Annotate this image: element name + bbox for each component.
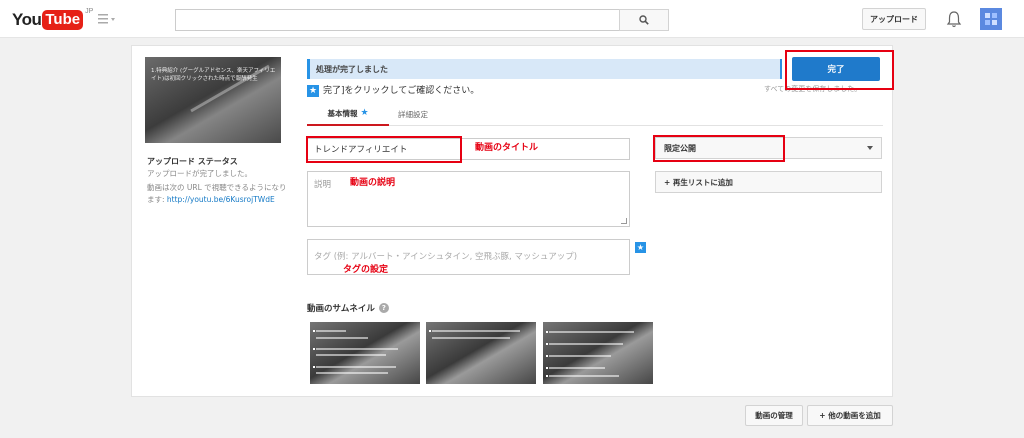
bullet-decoration [546, 367, 548, 369]
add-more-videos-button[interactable]: + 他の動画を追加 [807, 405, 893, 426]
chevron-down-icon [867, 146, 873, 150]
logo-tube-text: Tube [42, 10, 84, 30]
bullet-decoration [313, 348, 315, 350]
text-line-decoration [316, 348, 398, 350]
notification-bell-icon[interactable] [946, 10, 962, 28]
avatar[interactable] [980, 8, 1002, 30]
description-annotation: 動画の説明 [350, 178, 396, 188]
search-icon [639, 15, 649, 25]
guide-menu-icon[interactable] [98, 13, 116, 25]
video-preview-thumbnail: 1.特典紹介 (グーグルアドセンス、楽天アフィリエイト)は初回クリックされた時点… [145, 57, 281, 143]
manage-videos-button[interactable]: 動画の管理 [745, 405, 803, 426]
text-line-decoration [432, 337, 510, 339]
upload-button[interactable]: アップロード [862, 8, 926, 30]
text-line-decoration [549, 367, 605, 369]
thumbnail-option-1[interactable] [310, 322, 420, 384]
tab-basic-info[interactable]: 基本情報 ★ [307, 102, 389, 126]
privacy-highlight-box [653, 135, 785, 162]
account-avatar-icon [985, 13, 997, 25]
star-icon: ★ [307, 85, 319, 97]
top-bar: You Tube JP アップロード [0, 0, 1024, 38]
bullet-decoration [546, 375, 548, 377]
text-line-decoration [316, 372, 388, 374]
star-icon: ★ [360, 108, 369, 118]
upload-card: 1.特典紹介 (グーグルアドセンス、楽天アフィリエイト)は初回クリックされた時点… [131, 45, 894, 397]
logo-you-text: You [12, 10, 42, 29]
upload-status-title: アップロード ステータス [147, 157, 238, 166]
tab-basic-label: 基本情報 [327, 108, 358, 118]
processing-status-bar: 処理が完了しました [307, 59, 782, 79]
video-url-link[interactable]: http://youtu.be/6KusrojTWdE [167, 195, 275, 204]
confirm-instruction: 完了]をクリックしてご確認ください。 [323, 86, 480, 96]
tab-bar: 基本情報 ★ 詳細設定 [307, 102, 883, 126]
search-input[interactable] [175, 9, 620, 31]
bullet-decoration [429, 330, 431, 332]
logo-region-label: JP [85, 8, 94, 15]
done-highlight-box [785, 50, 894, 90]
text-line-decoration [316, 366, 396, 368]
processing-divider [780, 59, 782, 79]
search-button[interactable] [619, 9, 669, 31]
description-placeholder: 説明 [314, 180, 332, 190]
video-url-info: 動画は次の URL で視聴できるようになります: http://youtu.be… [147, 182, 287, 206]
bullet-decoration [313, 366, 315, 368]
thumbnail-option-2[interactable] [426, 322, 536, 384]
bullet-decoration [313, 330, 315, 332]
thumbnails-label: 動画のサムネイル [307, 304, 375, 314]
upload-status-message: アップロードが完了しました。 [147, 169, 252, 178]
thumbnails-heading: 動画のサムネイル ? [307, 302, 389, 314]
bullet-decoration [546, 355, 548, 357]
text-line-decoration [549, 331, 634, 333]
star-icon[interactable]: ★ [635, 242, 646, 253]
text-line-decoration [316, 330, 346, 332]
bullet-decoration [546, 343, 548, 345]
help-icon[interactable]: ? [378, 303, 389, 313]
title-highlight-box [306, 136, 462, 163]
text-line-decoration [432, 330, 520, 332]
tags-annotation: タグの設定 [343, 265, 389, 275]
youtube-logo[interactable]: You Tube JP [12, 8, 94, 30]
text-line-decoration [549, 355, 611, 357]
text-line-decoration [316, 337, 368, 339]
text-line-decoration [316, 354, 386, 356]
thumbnail-option-3[interactable] [543, 322, 653, 384]
tab-advanced-settings[interactable]: 詳細設定 [398, 102, 458, 126]
text-line-decoration [549, 375, 619, 377]
text-line-decoration [549, 343, 623, 345]
resize-handle[interactable] [621, 218, 627, 224]
bullet-decoration [546, 331, 548, 333]
add-to-playlist-button[interactable]: + 再生リストに追加 [655, 171, 882, 193]
title-annotation: 動画のタイトル [475, 143, 539, 153]
